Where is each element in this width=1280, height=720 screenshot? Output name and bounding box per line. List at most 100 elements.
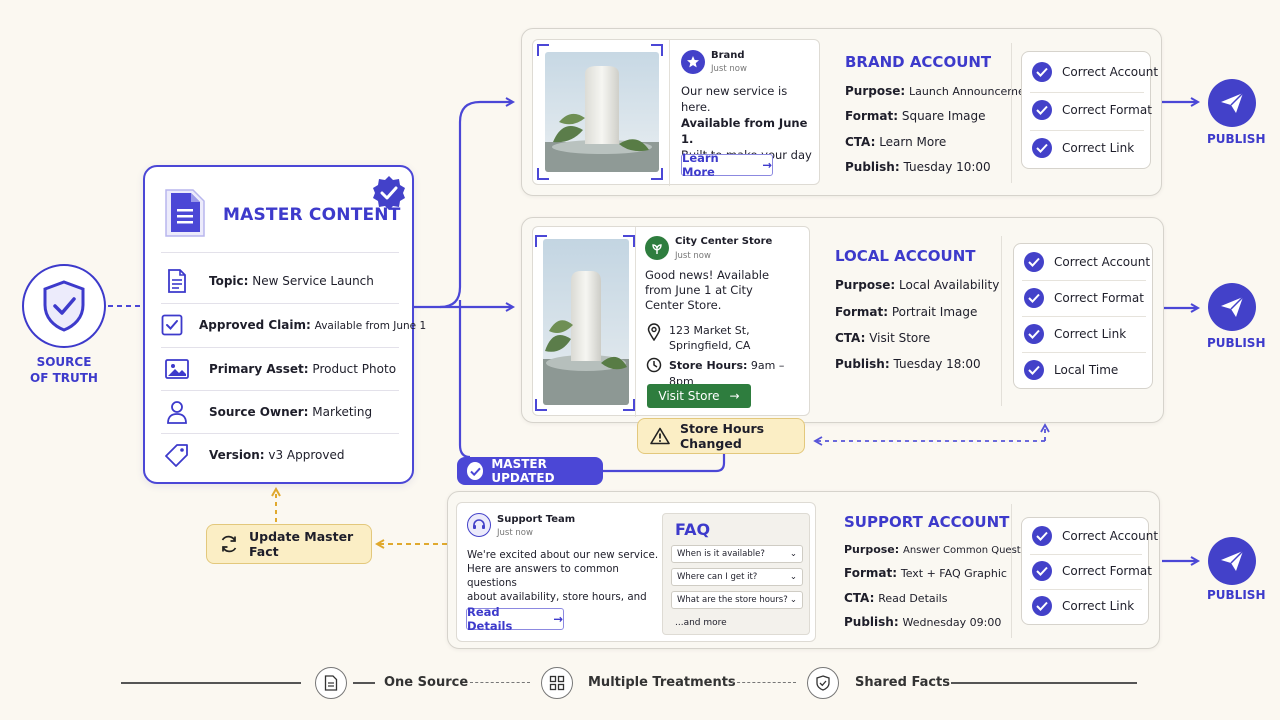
brand-post-name: Brand <box>711 50 745 61</box>
verified-badge-icon <box>371 175 407 214</box>
support-account-panel: Support Team Just now We're excited abou… <box>447 491 1160 649</box>
check-icon <box>1032 138 1052 158</box>
footer-multiple-treatments: Multiple Treatments <box>588 675 736 690</box>
footer-dash <box>732 682 796 683</box>
grid-icon <box>541 667 573 699</box>
source-of-truth-icon <box>22 264 106 348</box>
faq-item[interactable]: Where can I get it? ⌄ <box>671 568 803 586</box>
read-details-button[interactable]: Read Details → <box>466 605 564 633</box>
master-updated-badge: MASTER UPDATED <box>457 457 603 485</box>
faq-more: ...and more <box>675 618 727 628</box>
faq-item[interactable]: What are the store hours? ⌄ <box>671 591 803 609</box>
footer-rule <box>951 682 1137 684</box>
footer-rule <box>121 682 301 684</box>
chevron-down-icon: ⌄ <box>789 572 797 582</box>
master-row-claim: Approved Claim: Available from June 1 <box>161 304 426 346</box>
check-icon <box>1032 526 1052 546</box>
footer-rule <box>353 682 375 684</box>
check-local-time: Local Time <box>1024 360 1118 380</box>
master-row-version: Version: v3 Approved <box>161 434 401 476</box>
support-publish-time: Publish: Wednesday 09:00 <box>844 615 1002 629</box>
support-account-title: SUPPORT ACCOUNT <box>844 513 1010 531</box>
brand-checklist: Correct Account Correct Format Correct L… <box>1021 51 1158 169</box>
store-hours-changed-note: Store Hours Changed <box>637 418 805 454</box>
product-photo <box>545 52 659 172</box>
check-icon <box>1032 561 1052 581</box>
support-post-name: Support Team <box>497 514 576 525</box>
topic-value: New Service Launch <box>252 274 374 288</box>
master-row-owner: Source Owner: Marketing <box>161 391 401 433</box>
headset-avatar-icon <box>467 513 491 537</box>
local-account-panel: City Center Store Just now Good news! Av… <box>521 217 1164 423</box>
check-correct-account: Correct Account <box>1024 252 1150 272</box>
document-icon <box>163 187 207 242</box>
check-icon <box>1032 596 1052 616</box>
publish-support-button[interactable] <box>1208 537 1256 585</box>
user-icon <box>161 400 193 424</box>
shield-icon <box>807 667 839 699</box>
arrow-right-icon: → <box>553 612 563 626</box>
topic-label: Topic: <box>209 274 249 288</box>
faq-item[interactable]: When is it available? ⌄ <box>671 545 803 563</box>
send-icon <box>1221 550 1244 571</box>
check-icon <box>1032 62 1052 82</box>
brand-post-time: Just now <box>711 64 747 74</box>
local-post-name: City Center Store <box>675 236 773 247</box>
publish-support-label: PUBLISH <box>1207 588 1266 602</box>
check-icon <box>1032 100 1052 120</box>
local-purpose: Purpose: Local Availability <box>835 278 1000 292</box>
update-master-fact-note: Update Master Fact <box>206 524 372 564</box>
check-icon <box>1024 252 1044 272</box>
master-row-asset: Primary Asset: Product Photo <box>161 348 401 390</box>
brand-format: Format: Square Image <box>845 109 986 123</box>
master-row-topic: Topic: New Service Launch <box>161 260 401 302</box>
tag-icon <box>161 443 193 467</box>
support-post-time: Just now <box>497 528 533 538</box>
check-correct-format: Correct Format <box>1032 100 1152 120</box>
publish-local-button[interactable] <box>1208 283 1256 331</box>
learn-more-button[interactable]: Learn More → <box>681 151 773 179</box>
local-format: Format: Portrait Image <box>835 305 978 319</box>
refresh-icon <box>219 534 239 554</box>
faq-graphic: FAQ When is it available? ⌄ Where can I g… <box>662 513 810 635</box>
owner-label: Source Owner: <box>209 405 309 419</box>
document-icon <box>315 667 347 699</box>
checkbox-icon <box>161 314 183 336</box>
check-icon <box>1024 288 1044 308</box>
divider <box>161 252 399 253</box>
location-pin-icon <box>647 323 661 344</box>
check-icon <box>1024 324 1044 344</box>
version-value: v3 Approved <box>268 448 345 462</box>
local-account-title: LOCAL ACCOUNT <box>835 247 976 265</box>
publish-brand-label: PUBLISH <box>1207 132 1266 146</box>
owner-value: Marketing <box>312 405 373 419</box>
check-correct-account: Correct Account <box>1032 62 1158 82</box>
local-address: 123 Market St, Springfield, CA <box>669 324 751 352</box>
claim-label: Approved Claim: <box>199 318 311 332</box>
brand-cta: CTA: Learn More <box>845 135 947 149</box>
visit-store-button[interactable]: Visit Store → <box>647 384 751 408</box>
check-correct-account: Correct Account <box>1032 526 1158 546</box>
footer-one-source: One Source <box>384 675 469 690</box>
product-photo <box>543 239 629 405</box>
publish-brand-button[interactable] <box>1208 79 1256 127</box>
star-avatar-icon <box>681 50 705 74</box>
arrow-right-icon: → <box>762 158 772 172</box>
check-correct-format: Correct Format <box>1024 288 1144 308</box>
support-format: Format: Text + FAQ Graphic <box>844 566 1007 580</box>
asset-label: Primary Asset: <box>209 362 309 376</box>
asset-value: Product Photo <box>312 362 397 376</box>
support-post-preview: Support Team Just now We're excited abou… <box>456 502 816 642</box>
support-checklist: Correct Account Correct Format Correct L… <box>1021 517 1158 625</box>
check-correct-format: Correct Format <box>1032 561 1152 581</box>
image-icon <box>161 359 193 379</box>
master-content-card: MASTER CONTENT Topic: New Service Launch… <box>143 165 426 484</box>
warning-icon <box>650 427 670 445</box>
send-icon <box>1221 92 1244 113</box>
send-icon <box>1221 296 1244 317</box>
arrow-right-icon: → <box>729 389 740 403</box>
local-publish-time: Publish: Tuesday 18:00 <box>835 357 981 371</box>
clock-icon <box>646 357 662 376</box>
brand-publish-time: Publish: Tuesday 10:00 <box>845 160 991 174</box>
local-post-preview: City Center Store Just now Good news! Av… <box>532 226 810 417</box>
